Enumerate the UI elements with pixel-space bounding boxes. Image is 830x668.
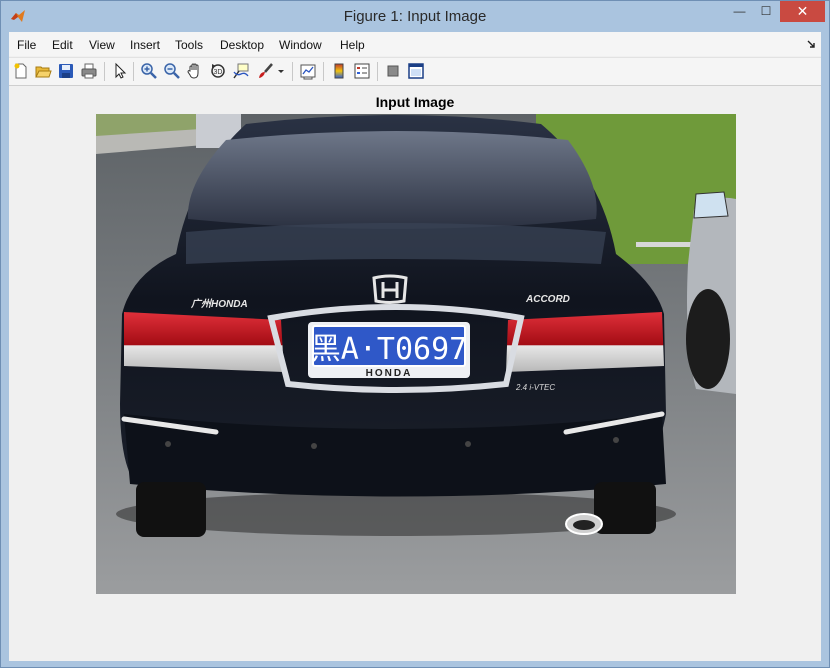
menu-window[interactable]: Window [279,38,322,52]
axes-title: Input Image [375,94,455,110]
badge-engine: 2.4 i-VTEC [515,383,555,392]
right-tail-light [506,312,664,372]
brush-icon[interactable] [256,62,274,80]
menu-edit[interactable]: Edit [52,38,73,52]
pan-hand-icon[interactable] [186,62,204,80]
right-tire [594,482,656,534]
badge-accord: ACCORD [525,294,570,305]
menu-view[interactable]: View [89,38,115,52]
show-plot-tools-icon[interactable] [407,62,425,80]
print-icon[interactable] [80,62,98,80]
close-button[interactable]: ✕ [780,1,825,22]
title-bar[interactable]: Figure 1: Input Image — ☐ ✕ [1,1,829,32]
menu-desktop[interactable]: Desktop [220,38,264,52]
window-title: Figure 1: Input Image [343,8,487,25]
input-image: 黑A·T0697 HONDA 广州HONDA ACCORD 2.4 i-VTEC [96,114,736,594]
toolbar-separator [104,62,105,81]
plate-frame-brand: HONDA [366,368,413,379]
new-figure-icon[interactable] [12,62,30,80]
menu-tools[interactable]: Tools [175,38,203,52]
menu-insert[interactable]: Insert [130,38,160,52]
link-plot-icon[interactable] [299,62,317,80]
svg-text:3D: 3D [214,69,223,76]
figure-client-area: File Edit View Insert Tools Desktop Wind… [9,32,821,661]
minimize-button[interactable]: — [726,1,753,22]
figure-window: Figure 1: Input Image — ☐ ✕ File Edit Vi… [0,0,830,668]
toolbar-separator [377,62,378,81]
brush-dropdown-icon[interactable] [277,62,285,80]
data-cursor-icon[interactable] [232,62,250,80]
rotate-3d-icon[interactable]: 3D [209,62,227,80]
legend-icon[interactable] [353,62,371,80]
maximize-button[interactable]: ☐ [753,1,779,22]
side-mirror [693,191,729,219]
colorbar-icon[interactable] [330,62,348,80]
figure-toolbar: 3D [9,57,821,86]
zoom-in-icon[interactable] [140,62,158,80]
left-tail-light [124,312,284,372]
badge-left: 广州HONDA [190,298,248,310]
zoom-out-icon[interactable] [163,62,181,80]
hide-plot-tools-icon[interactable] [384,62,402,80]
menu-file[interactable]: File [17,38,36,52]
dock-arrow-icon[interactable] [807,40,815,48]
toolbar-separator [133,62,134,81]
edit-plot-arrow-icon[interactable] [111,62,129,80]
menu-bar: File Edit View Insert Tools Desktop Wind… [9,32,821,56]
toolbar-separator [292,62,293,81]
save-icon[interactable] [57,62,75,80]
plate-number: 黑A·T0697 [311,332,467,367]
menu-help[interactable]: Help [340,38,365,52]
open-file-icon[interactable] [34,62,52,80]
rear-window [187,131,597,229]
left-tire [136,482,206,537]
toolbar-separator [323,62,324,81]
car-photo: 黑A·T0697 HONDA 广州HONDA ACCORD 2.4 i-VTEC [96,114,736,594]
